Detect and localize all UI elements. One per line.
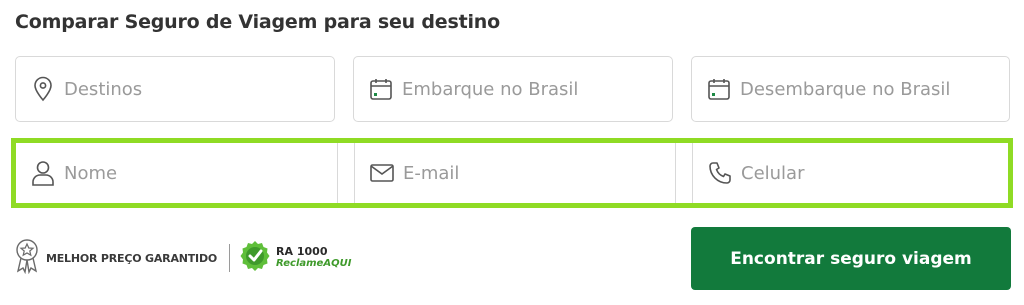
celular-placeholder: Celular [741, 162, 805, 184]
embarque-date-field[interactable]: Embarque no Brasil [353, 56, 673, 122]
nome-placeholder: Nome [64, 162, 118, 184]
trust-badges: MELHOR PREÇO GARANTIDO RA 1000 ReclameAQ… [14, 238, 351, 278]
desembarque-date-field[interactable]: Desembarque no Brasil [691, 56, 1010, 122]
envelope-icon [369, 160, 395, 186]
desembarque-placeholder: Desembarque no Brasil [740, 78, 951, 100]
find-insurance-button[interactable]: Encontrar seguro viagem [691, 227, 1011, 290]
user-icon [30, 160, 56, 186]
destinos-field[interactable]: Destinos [15, 56, 335, 122]
reclame-aqui-seal-icon [240, 240, 270, 276]
calendar-icon [706, 76, 732, 102]
celular-field[interactable]: Celular [692, 143, 1008, 203]
award-ribbon-icon [14, 238, 40, 278]
reclame-aqui-badge: RA 1000 ReclameAQUI [276, 246, 351, 270]
email-placeholder: E-mail [403, 162, 460, 184]
best-price-label: MELHOR PREÇO GARANTIDO [46, 251, 218, 265]
form-title: Comparar Seguro de Viagem para seu desti… [15, 11, 500, 33]
badge-divider [229, 244, 231, 272]
nome-field[interactable]: Nome [16, 143, 338, 203]
ra-brand: ReclameAQUI [276, 258, 352, 269]
contact-fields-group: Nome E-mail Celular [11, 138, 1013, 208]
embarque-placeholder: Embarque no Brasil [402, 78, 579, 100]
calendar-icon [368, 76, 394, 102]
map-pin-icon [30, 76, 56, 102]
phone-icon [707, 160, 733, 186]
email-field[interactable]: E-mail [354, 143, 676, 203]
destinos-placeholder: Destinos [64, 78, 143, 100]
ra-score: RA 1000 [276, 245, 328, 258]
